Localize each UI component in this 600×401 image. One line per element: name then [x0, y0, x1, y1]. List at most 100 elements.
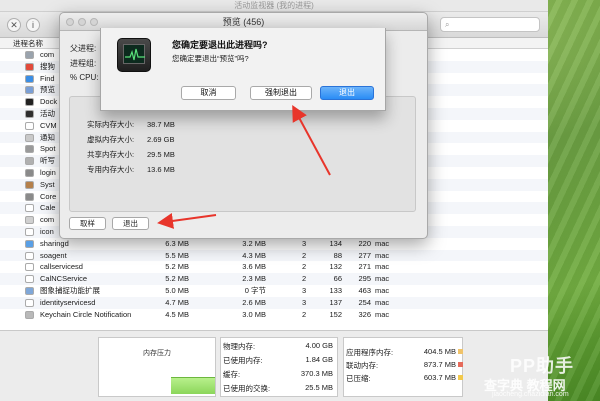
process-name: identityservicesd: [40, 297, 96, 307]
process-threads: 3: [302, 297, 307, 307]
process-row[interactable]: soagent 5.5 MB 4.3 MB 2 88 277 mac: [0, 249, 548, 262]
app-memory-swatch: [458, 349, 463, 354]
process-compressed-memory: 3.6 MB: [242, 262, 266, 272]
activity-monitor-app-icon: [117, 38, 151, 72]
process-row[interactable]: callservicesd 5.2 MB 3.6 MB 2 132 271 mac: [0, 261, 548, 273]
window-zoom-button[interactable]: [90, 18, 98, 26]
window-close-button[interactable]: [66, 18, 74, 26]
close-process-button[interactable]: ✕: [7, 18, 21, 32]
process-icon: [25, 239, 34, 248]
process-ports: 152: [329, 309, 342, 319]
process-row[interactable]: Keychain Circle Notification 4.5 MB 3.0 MB…: [0, 309, 548, 321]
sample-button[interactable]: 取样: [69, 217, 106, 230]
parent-process-label: 父进程:: [70, 44, 97, 53]
memory-panel: 内存压力 物理内存: 4.00 GB 已使用内存: 1.84 GB 缓存: 370.3 M…: [0, 330, 548, 401]
process-name: callservicesd: [40, 262, 83, 272]
process-icon: [25, 74, 34, 83]
cancel-button[interactable]: 取消: [181, 86, 236, 100]
app-memory-stat-label: 联动内存:: [346, 361, 379, 370]
process-row[interactable]: CalNCService 5.2 MB 2.3 MB 2 66 295 mac: [0, 273, 548, 285]
process-icon: [25, 228, 34, 236]
process-icon: [25, 133, 34, 142]
memory-stat: 缓存: 370.3 MB: [223, 369, 333, 380]
process-icon: [25, 98, 34, 107]
process-user: mac: [375, 250, 390, 260]
activity-monitor-title: 活动监视器 (我的进程): [0, 0, 548, 12]
process-memory: 5.5 MB: [165, 250, 189, 260]
app-memory-swatch: [458, 362, 463, 367]
search-field[interactable]: ⌕: [440, 17, 540, 32]
process-pid: 295: [358, 274, 371, 284]
process-memory: 4.7 MB: [165, 297, 189, 307]
process-icon: [25, 145, 34, 154]
app-memory-stat-value: 873.7 MB: [423, 360, 456, 369]
quit-confirmation-dialog: 您确定要退出此进程吗? 您确定要退出“预览”吗? 取消 强制退出 退出: [100, 28, 386, 111]
app-memory-stat-label: 已压缩:: [346, 374, 371, 383]
process-ports: 137: [329, 297, 342, 307]
close-x-icon: ✕: [10, 20, 18, 30]
memory-detail-row: 实际内存大小: 38.7 MB: [87, 119, 175, 130]
process-name: Spot: [40, 144, 56, 154]
process-icon: [25, 298, 34, 307]
force-quit-button[interactable]: 强制退出: [250, 86, 312, 100]
process-user: mac: [375, 309, 390, 319]
window-minimize-button[interactable]: [78, 18, 86, 26]
memory-stat-label: 已使用内存:: [223, 356, 263, 365]
process-name: Syst: [40, 179, 55, 189]
dialog-message: 您确定要退出“预览”吗?: [172, 54, 249, 63]
memory-stat: 已使用的交换: 25.5 MB: [223, 383, 333, 394]
memory-stat-value: 370.3 MB: [300, 369, 333, 378]
process-pid: 220: [358, 238, 371, 248]
process-ports: 134: [329, 238, 342, 248]
memory-detail-value: 2.69 GB: [147, 135, 175, 144]
memory-detail-label: 专用内存大小:: [87, 165, 135, 174]
memory-stat: 物理内存: 4.00 GB: [223, 341, 333, 352]
process-memory: 4.5 MB: [165, 309, 189, 319]
process-pid: 463: [358, 286, 371, 295]
dialog-title: 您确定要退出此进程吗?: [172, 40, 268, 50]
process-name: 图象捕捉功能扩展: [40, 286, 100, 295]
process-icon: [25, 51, 34, 59]
memory-detail-value: 13.6 MB: [147, 165, 175, 174]
process-icon: [25, 110, 34, 118]
process-pid: 277: [358, 250, 371, 260]
info-button[interactable]: i: [26, 18, 40, 32]
process-row[interactable]: 图象捕捉功能扩展 5.0 MB 0 字节 3 133 463 mac: [0, 285, 548, 297]
process-name: 活动: [40, 109, 55, 118]
process-name: 通知: [40, 132, 55, 142]
process-icon: [25, 169, 34, 177]
memory-stat-value: 4.00 GB: [305, 341, 333, 350]
process-name: Cale: [40, 203, 56, 213]
quit-button[interactable]: 退出: [112, 217, 149, 230]
memory-detail-value: 29.5 MB: [147, 150, 175, 159]
process-name: 搜狗: [40, 61, 55, 71]
memory-stat-label: 已使用的交换:: [223, 384, 271, 393]
process-ports: 66: [333, 274, 342, 284]
memory-detail-value: 38.7 MB: [147, 120, 175, 129]
process-row[interactable]: identityservicesd 4.7 MB 2.6 MB 3 137 254 mac: [0, 296, 548, 309]
memory-detail-label: 虚拟内存大小:: [87, 135, 135, 144]
process-pid: 271: [358, 262, 371, 272]
app-memory-swatch: [458, 375, 463, 380]
search-icon: ⌕: [445, 20, 450, 29]
process-name: Core: [40, 191, 57, 201]
info-icon: i: [32, 20, 34, 30]
app-memory-stat: 应用程序内存: 404.5 MB: [346, 347, 463, 358]
process-icon: [25, 86, 34, 95]
memory-pressure-title: 内存压力: [143, 350, 171, 357]
process-threads: 2: [302, 250, 307, 260]
process-row[interactable]: sharingd 6.3 MB 3.2 MB 3 134 220 mac: [0, 238, 548, 250]
process-memory: 5.0 MB: [165, 286, 189, 295]
process-icon: [25, 192, 34, 201]
process-name: login: [40, 168, 56, 177]
quit-confirm-button[interactable]: 退出: [320, 86, 374, 100]
watermark-url: jiaocheng.chazidian.com: [492, 391, 569, 398]
process-name: 预览: [40, 85, 55, 95]
memory-detail-label: 实际内存大小:: [87, 120, 135, 129]
process-icon: [25, 121, 34, 130]
process-user: mac: [375, 286, 390, 295]
app-memory-stat-value: 404.5 MB: [423, 347, 456, 356]
memory-stat-label: 缓存:: [223, 370, 241, 379]
app-memory-stat-value: 603.7 MB: [423, 373, 456, 382]
process-compressed-memory: 0 字节: [244, 286, 266, 295]
